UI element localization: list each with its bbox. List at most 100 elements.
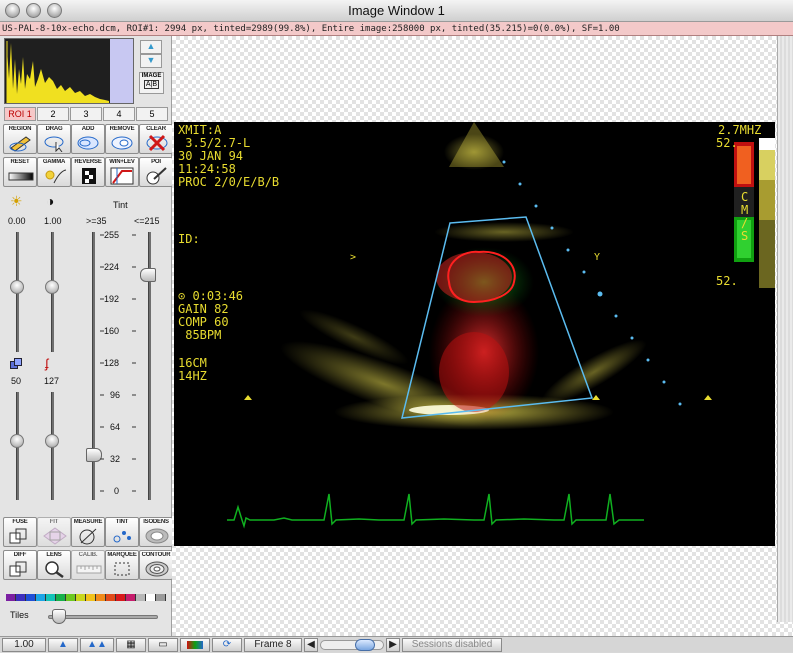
- diff-tool-button[interactable]: DIFF: [3, 550, 37, 580]
- roi-tab-1[interactable]: ROI 1: [4, 107, 36, 121]
- isodens-label: ISODENS: [143, 519, 169, 525]
- frame-indicator: Frame 8: [244, 638, 302, 652]
- frame-prev-button[interactable]: ◀: [304, 638, 318, 652]
- calib-tool-button[interactable]: CALIB.: [71, 550, 105, 580]
- tint-high-thumb[interactable]: [140, 268, 156, 282]
- palette-swatch-5[interactable]: [56, 594, 66, 601]
- palette-swatch-2[interactable]: [26, 594, 36, 601]
- mountain-small-icon[interactable]: ▲: [48, 638, 78, 652]
- fit-icon: [43, 527, 67, 545]
- reverse-tool-button[interactable]: REVERSE: [71, 157, 105, 187]
- image-window: Image Window 1 US-PAL-8-10x-echo.dcm, RO…: [0, 0, 793, 652]
- grayscale-icon[interactable]: ▭: [148, 638, 178, 652]
- measure-icon: [79, 528, 97, 545]
- frame-next-button[interactable]: ▶: [386, 638, 400, 652]
- isodens-tool-button[interactable]: ISODENS: [139, 517, 173, 547]
- drag-tool-button[interactable]: DRAG: [37, 124, 71, 154]
- reset-tool-button[interactable]: RESET: [3, 157, 37, 187]
- remove-tool-button[interactable]: REMOVE: [105, 124, 139, 154]
- vertical-scrollbar[interactable]: [777, 36, 793, 636]
- roi-tab-2[interactable]: 2: [37, 107, 69, 121]
- sync-icon[interactable]: ⟳: [212, 638, 242, 652]
- palette-swatch-9[interactable]: [96, 594, 106, 601]
- contour-label: CONTOUR: [141, 552, 171, 558]
- add-tool-button[interactable]: ADD: [71, 124, 105, 154]
- tiles-slider-knob[interactable]: [52, 609, 66, 624]
- image-ab-toggle[interactable]: IMAGE A|B: [139, 72, 164, 94]
- measure-label: MEASURE: [73, 519, 103, 525]
- frame-scroll-thumb[interactable]: [355, 639, 375, 651]
- win-lev-tool-button[interactable]: WIN+LEV: [105, 157, 139, 187]
- zoom-field[interactable]: 1.00: [2, 638, 46, 652]
- contour-icon: [145, 561, 169, 577]
- layers-icon: [10, 358, 22, 370]
- contour-tool-button[interactable]: CONTOUR: [139, 550, 173, 580]
- clear-label: CLEAR: [146, 126, 166, 132]
- scroll-up-button[interactable]: ▲: [140, 40, 162, 54]
- marquee-tool-button[interactable]: MARQUEE: [105, 550, 139, 580]
- fuse-tool-button[interactable]: FUSE: [3, 517, 37, 547]
- lens-tool-button[interactable]: LENS: [37, 550, 71, 580]
- lens-label: LENS: [46, 552, 62, 558]
- histogram-view-icon[interactable]: ▦: [116, 638, 146, 652]
- histogram[interactable]: [4, 38, 134, 104]
- tint-low-label: >=35: [86, 216, 107, 226]
- echo-image[interactable]: > Y XMIT:A 3.5/2.7-L 30 JAN 94 11:24:58: [174, 122, 775, 546]
- marquee-label: MARQUEE: [107, 552, 137, 558]
- diff-label: DIFF: [13, 552, 27, 558]
- palette-swatch-11[interactable]: [116, 594, 126, 601]
- clear-tool-button[interactable]: CLEAR: [139, 124, 173, 154]
- remove-label: REMOVE: [109, 126, 135, 132]
- tint-label: Tint: [113, 200, 128, 210]
- mountain-large-icon[interactable]: ▲▲: [80, 638, 114, 652]
- sessions-status: Sessions disabled: [402, 638, 502, 652]
- poi-tool-button[interactable]: POI: [139, 157, 173, 187]
- lower-right-knob[interactable]: [45, 434, 59, 448]
- palette-swatch-8[interactable]: [86, 594, 96, 601]
- tool-panel: ▲ ▼ IMAGE A|B ROI 1 2 3 4 5 REGION DRAG …: [0, 36, 173, 636]
- tint-tool-button[interactable]: TINT: [105, 517, 139, 547]
- brightness-knob[interactable]: [10, 280, 24, 294]
- color-map-icon[interactable]: [180, 638, 210, 652]
- palette-swatch-13[interactable]: [136, 594, 146, 601]
- region-tool-button[interactable]: REGION: [3, 124, 37, 154]
- color-palette[interactable]: [6, 594, 166, 601]
- clear-x-icon: [146, 134, 168, 152]
- lower-left-value: 50: [11, 376, 22, 386]
- frame-scroll-track[interactable]: [320, 639, 384, 651]
- fuse-icon: [9, 528, 27, 544]
- win-lev-label: WIN+LEV: [109, 159, 135, 165]
- poi-label: POI: [151, 159, 161, 165]
- roi-tab-5[interactable]: 5: [136, 107, 168, 121]
- roi-tab-3[interactable]: 3: [70, 107, 102, 121]
- palette-swatch-12[interactable]: [126, 594, 136, 601]
- gamma-tool-button[interactable]: GAMMA: [37, 157, 71, 187]
- measure-tool-button[interactable]: MEASURE: [71, 517, 105, 547]
- overlay-proc: PROC 2/0/E/B/B: [178, 175, 280, 189]
- add-label: ADD: [81, 126, 95, 132]
- fit-tool-button[interactable]: FIT: [37, 517, 71, 547]
- drag-label: DRAG: [45, 126, 63, 132]
- contrast-knob[interactable]: [45, 280, 59, 294]
- palette-swatch-7[interactable]: [76, 594, 86, 601]
- palette-swatch-0[interactable]: [6, 594, 16, 601]
- palette-swatch-10[interactable]: [106, 594, 116, 601]
- tint-tool-label: TINT: [115, 519, 129, 525]
- palette-swatch-4[interactable]: [46, 594, 56, 601]
- remove-region-icon: [111, 136, 133, 150]
- lower-right-value: 127: [44, 376, 60, 386]
- palette-swatch-1[interactable]: [16, 594, 26, 601]
- palette-swatch-15[interactable]: [156, 594, 166, 601]
- scroll-down-button[interactable]: ▼: [140, 54, 162, 68]
- contrast-value: 1.00: [44, 216, 62, 226]
- gamma-sun-icon: [45, 169, 67, 184]
- lower-left-knob[interactable]: [10, 434, 24, 448]
- palette-swatch-3[interactable]: [36, 594, 46, 601]
- roi-tab-4[interactable]: 4: [103, 107, 135, 121]
- overlay-bottom-scale: 52.: [716, 274, 738, 288]
- palette-swatch-14[interactable]: [146, 594, 156, 601]
- tint-high-label: <=215: [134, 216, 160, 226]
- palette-swatch-6[interactable]: [66, 594, 76, 601]
- window-title: Image Window 1: [348, 3, 445, 18]
- image-btn-label: IMAGE: [141, 73, 162, 79]
